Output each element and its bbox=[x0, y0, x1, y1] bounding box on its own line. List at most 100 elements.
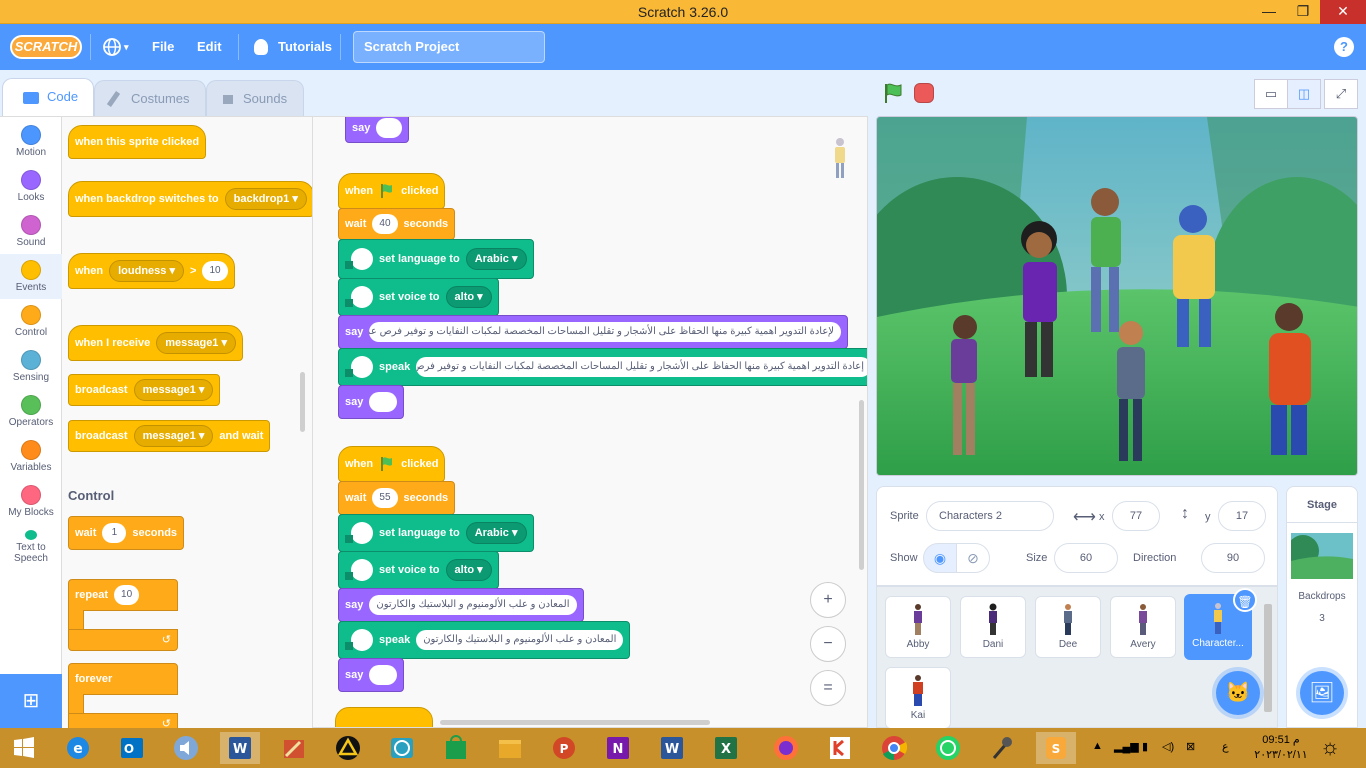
script-horizontal-scrollbar[interactable] bbox=[440, 720, 710, 725]
sprite-tile-dee[interactable]: Dee bbox=[1035, 596, 1101, 658]
loudness-dropdown[interactable]: loudness bbox=[109, 260, 184, 282]
block-when-flag-clicked[interactable]: when clicked bbox=[338, 446, 446, 482]
taskbar-word[interactable]: W bbox=[652, 732, 692, 764]
category-text-to-speech[interactable]: Text to Speech bbox=[0, 524, 62, 574]
say-input[interactable] bbox=[376, 118, 403, 138]
stage-canvas[interactable] bbox=[876, 116, 1358, 476]
file-menu[interactable]: File bbox=[152, 24, 174, 70]
block-wait[interactable]: wait 1 seconds bbox=[68, 516, 185, 550]
language-menu[interactable]: ▾ bbox=[102, 24, 136, 70]
category-events[interactable]: Events bbox=[0, 254, 62, 299]
show-visible-button[interactable]: ◉ bbox=[923, 543, 957, 573]
category-variables[interactable]: Variables bbox=[0, 434, 62, 479]
speak-input[interactable]: المعادن و علب الألومنيوم و البلاستيك وال… bbox=[416, 630, 624, 650]
taskbar-whatsapp[interactable] bbox=[928, 732, 968, 764]
block-when-flag-clicked[interactable]: when clicked bbox=[338, 173, 446, 209]
taskbar-chrome[interactable] bbox=[874, 732, 914, 764]
wait-value-input[interactable]: 40 bbox=[372, 214, 398, 234]
block-speak[interactable]: speak المعادن و علب الألومنيوم و البلاست… bbox=[338, 621, 631, 659]
message-dropdown[interactable]: message1 bbox=[156, 332, 237, 354]
action-center-icon[interactable]: ☼ bbox=[1320, 734, 1340, 760]
sprite-list-scrollbar[interactable] bbox=[1264, 604, 1272, 712]
signal-icon[interactable]: ▂▄▆ bbox=[1114, 740, 1139, 753]
taskbar-app-globe[interactable] bbox=[382, 732, 422, 764]
tray-overflow-icon[interactable]: ▲ bbox=[1092, 740, 1103, 752]
sprite-tile-avery[interactable]: Avery bbox=[1110, 596, 1176, 658]
message-dropdown[interactable]: message1 bbox=[133, 425, 214, 447]
scratch-logo[interactable]: SCRATCH bbox=[10, 35, 82, 59]
category-operators[interactable]: Operators bbox=[0, 389, 62, 434]
block-when-loudness[interactable]: when loudness > 10 bbox=[68, 253, 235, 289]
language-dropdown[interactable]: Arabic bbox=[465, 522, 527, 544]
block-set-voice[interactable]: set voice to alto bbox=[338, 278, 499, 316]
category-motion[interactable]: Motion bbox=[0, 119, 62, 164]
restore-button[interactable]: ❐ bbox=[1286, 0, 1320, 24]
taskbar-onenote[interactable]: N bbox=[598, 732, 638, 764]
block-forever[interactable]: forever bbox=[68, 663, 178, 695]
taskbar-sound[interactable] bbox=[166, 732, 206, 764]
zoom-reset-button[interactable]: = bbox=[810, 670, 846, 706]
script-vertical-scrollbar[interactable] bbox=[859, 400, 864, 570]
taskbar-firefox[interactable] bbox=[766, 732, 806, 764]
taskbar-ie[interactable]: e bbox=[58, 732, 98, 764]
say-input[interactable]: المعادن و علب الألومنيوم و البلاستيك وال… bbox=[369, 595, 577, 615]
wait-value-input[interactable]: 55 bbox=[372, 488, 398, 508]
sprite-tile-dani[interactable]: Dani bbox=[960, 596, 1026, 658]
show-hidden-button[interactable]: ⊘ bbox=[956, 543, 990, 573]
block-set-language[interactable]: set language to Arabic bbox=[338, 514, 534, 552]
input-language[interactable]: ع bbox=[1222, 740, 1229, 753]
tab-costumes[interactable]: Costumes bbox=[94, 80, 206, 116]
taskbar-file-explorer[interactable] bbox=[490, 732, 530, 764]
fullscreen-button[interactable]: ⤢ bbox=[1324, 79, 1358, 109]
block-set-voice[interactable]: set voice to alto bbox=[338, 551, 499, 589]
backdrop-dropdown[interactable]: backdrop1 bbox=[224, 188, 307, 210]
block-when-flag-clicked[interactable] bbox=[335, 707, 433, 727]
sprite-tile-kai[interactable]: Kai bbox=[885, 667, 951, 729]
block-wait[interactable]: wait 40 seconds bbox=[338, 208, 456, 240]
block-say[interactable]: say bbox=[338, 385, 405, 419]
block-when-i-receive[interactable]: when I receive message1 bbox=[68, 325, 244, 361]
choose-sprite-button[interactable]: 🐱 bbox=[1216, 671, 1260, 715]
size-input[interactable]: 60 bbox=[1054, 543, 1118, 573]
category-sound[interactable]: Sound bbox=[0, 209, 62, 254]
taskbar-app-k[interactable] bbox=[820, 732, 860, 764]
volume-icon[interactable]: ◁) bbox=[1162, 740, 1174, 753]
taskbar-scratch-active[interactable]: S bbox=[1036, 732, 1076, 764]
block-when-backdrop-switches[interactable]: when backdrop switches to backdrop1 bbox=[68, 181, 312, 217]
script-area[interactable]: say when clicked wait 40 seconds set lan… bbox=[312, 116, 868, 728]
taskbar-app-pencil[interactable] bbox=[274, 732, 314, 764]
zoom-in-button[interactable]: + bbox=[810, 582, 846, 618]
block-repeat[interactable]: repeat 10 bbox=[68, 579, 178, 611]
block-say[interactable]: say bbox=[345, 117, 410, 143]
taskbar-excel[interactable]: X bbox=[706, 732, 746, 764]
green-flag-button[interactable] bbox=[882, 82, 904, 104]
block-when-sprite-clicked[interactable]: when this sprite clicked bbox=[68, 125, 207, 159]
taskbar-word-active[interactable]: W bbox=[220, 732, 260, 764]
repeat-value-input[interactable]: 10 bbox=[114, 585, 140, 605]
speak-input[interactable]: إعادة التدوير اهمية كبيرة منها الحفاظ عل… bbox=[416, 357, 867, 377]
project-title-input[interactable]: Scratch Project bbox=[353, 31, 545, 63]
block-say[interactable]: say bbox=[338, 658, 405, 692]
choose-backdrop-button[interactable]: 🖼 bbox=[1300, 671, 1344, 715]
delete-sprite-button[interactable]: 🗑 bbox=[1233, 588, 1257, 612]
category-control[interactable]: Control bbox=[0, 299, 62, 344]
start-button[interactable] bbox=[4, 732, 44, 764]
taskbar-app-triangle[interactable] bbox=[328, 732, 368, 764]
x-position-input[interactable]: 77 bbox=[1112, 501, 1160, 531]
close-button[interactable]: ✕ bbox=[1320, 0, 1366, 24]
battery-icon[interactable]: ▮ bbox=[1142, 740, 1148, 753]
category-my-blocks[interactable]: My Blocks bbox=[0, 479, 62, 524]
block-say[interactable]: say لإعادة التدوير اهمية كبيرة منها الحف… bbox=[338, 315, 848, 349]
say-input[interactable]: لإعادة التدوير اهمية كبيرة منها الحفاظ ع… bbox=[369, 322, 841, 342]
tab-sounds[interactable]: Sounds bbox=[206, 80, 304, 116]
y-position-input[interactable]: 17 bbox=[1218, 501, 1266, 531]
wait-value-input[interactable]: 1 bbox=[102, 523, 127, 543]
say-input[interactable] bbox=[369, 665, 398, 685]
taskbar-microphone[interactable] bbox=[982, 732, 1022, 764]
block-broadcast[interactable]: broadcast message1 bbox=[68, 374, 221, 406]
edit-menu[interactable]: Edit bbox=[197, 24, 222, 70]
zoom-out-button[interactable]: − bbox=[810, 626, 846, 662]
stop-button[interactable] bbox=[914, 83, 934, 103]
normal-stage-button[interactable]: ◫ bbox=[1287, 79, 1321, 109]
say-input[interactable] bbox=[369, 392, 398, 412]
